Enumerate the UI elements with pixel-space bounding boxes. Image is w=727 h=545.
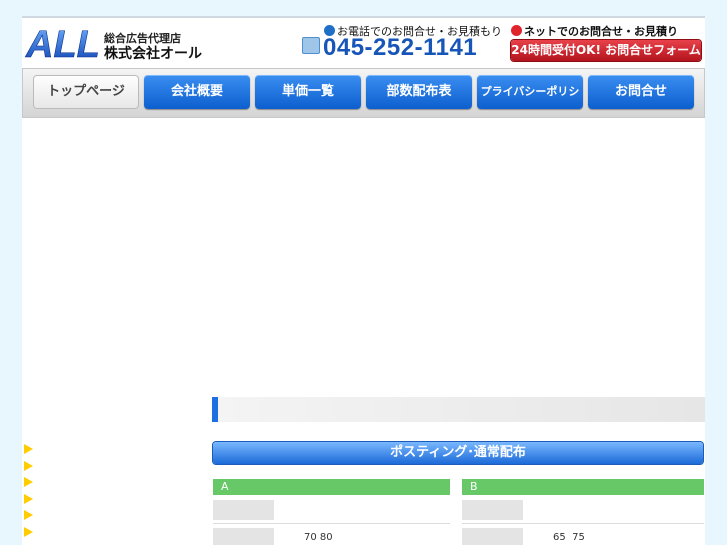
- main-nav: トップページ 会社概要 単価一覧 部数配布表 プライバシーポリシー お問合せ: [22, 68, 705, 132]
- column-header-a: A: [213, 479, 450, 495]
- price-value-a: 70 80: [304, 532, 333, 543]
- nav-company-overview[interactable]: 会社概要: [144, 75, 250, 109]
- top-divider: [22, 16, 705, 18]
- table-cell: [213, 528, 274, 545]
- nav-privacy-policy[interactable]: プライバシーポリシー: [477, 75, 583, 132]
- net-circle-icon: [511, 25, 522, 36]
- company-name: 株式会社オール: [104, 46, 202, 62]
- arrow-icon[interactable]: [24, 477, 33, 487]
- phone-icon: [302, 37, 320, 54]
- section-marker: [212, 397, 218, 422]
- arrow-icon[interactable]: [24, 526, 33, 537]
- nav-contact[interactable]: お問合せ: [588, 75, 694, 109]
- nav-top-page[interactable]: トップページ: [33, 75, 139, 109]
- phone-number[interactable]: 045-252-1141: [302, 34, 477, 62]
- arrow-icon[interactable]: [24, 493, 33, 504]
- table-cell: [462, 528, 523, 545]
- nav-price-list[interactable]: 単価一覧: [255, 75, 361, 109]
- inquiry-form-button[interactable]: 24時間受付OK! お問合せフォーム: [511, 40, 701, 61]
- net-label-text: ネットでのお問合せ・お見積り: [524, 25, 678, 38]
- sidebar-links: [24, 444, 36, 543]
- posting-title-bar: ポスティング･通常配布: [213, 442, 703, 464]
- arrow-icon[interactable]: [24, 460, 33, 471]
- all-logo[interactable]: ALL: [24, 24, 104, 62]
- logo-text: ALL: [25, 24, 100, 62]
- column-header-b: B: [462, 479, 704, 495]
- section-heading-bar: [212, 397, 705, 422]
- table-cell: [462, 500, 523, 520]
- arrow-icon[interactable]: [24, 444, 33, 454]
- arrow-icon[interactable]: [24, 510, 33, 520]
- row-divider: [462, 523, 704, 524]
- phone-number-text: 045-252-1141: [323, 34, 478, 61]
- price-value-b: 65 75: [553, 532, 585, 543]
- page-container: ALL 総合広告代理店 株式会社オール お電話でのお問合せ・お見積もり 045-…: [22, 16, 705, 545]
- nav-distribution-table[interactable]: 部数配布表: [366, 75, 472, 109]
- row-divider: [213, 523, 450, 524]
- net-inquiry-label: ネットでのお問合せ・お見積り: [511, 23, 678, 39]
- table-cell: [213, 500, 274, 520]
